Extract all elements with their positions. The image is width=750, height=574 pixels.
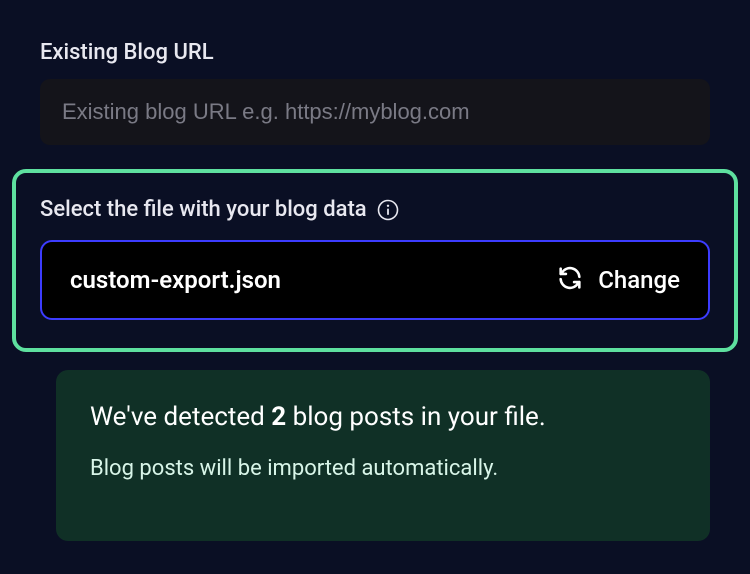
import-status-headline: We've detected 2 blog posts in your file…	[90, 402, 676, 432]
status-suffix: blog posts in your file.	[286, 402, 546, 432]
file-select-label-row: Select the file with your blog data	[40, 197, 710, 222]
refresh-icon	[556, 264, 584, 296]
existing-blog-url-section: Existing Blog URL	[40, 40, 710, 145]
selected-file-box: custom-export.json Change	[40, 240, 710, 320]
info-icon[interactable]	[377, 199, 399, 221]
import-status-panel: We've detected 2 blog posts in your file…	[56, 370, 710, 541]
existing-blog-url-label: Existing Blog URL	[40, 40, 710, 65]
file-select-highlight-box: Select the file with your blog data cust…	[12, 169, 738, 352]
status-prefix: We've detected	[90, 402, 271, 432]
status-count: 2	[271, 402, 286, 432]
file-select-label: Select the file with your blog data	[40, 197, 367, 222]
import-status-sub: Blog posts will be imported automaticall…	[90, 456, 676, 481]
change-file-label: Change	[598, 266, 680, 294]
selected-filename: custom-export.json	[70, 266, 281, 294]
existing-blog-url-input[interactable]	[40, 79, 710, 145]
change-file-button[interactable]: Change	[556, 264, 680, 296]
